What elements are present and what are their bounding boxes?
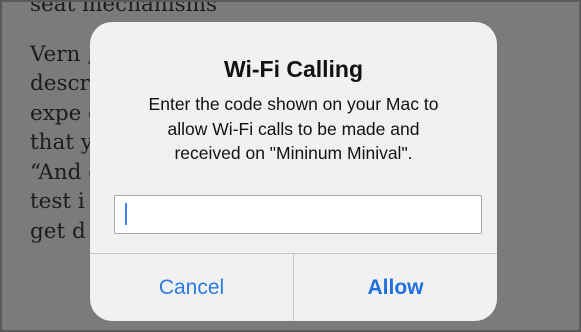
cancel-button[interactable]: Cancel — [90, 254, 293, 321]
text-cursor — [125, 203, 127, 225]
alert-message-line: Enter the code shown on your Mac to — [148, 94, 439, 114]
screen-frame: seat mechanisms Vern , descr expe ea tha… — [0, 0, 581, 332]
verification-code-input[interactable] — [114, 195, 482, 234]
alert-message-line: allow Wi-Fi calls to be made and — [167, 118, 420, 139]
alert-button-bar: Cancel Allow — [90, 253, 497, 321]
alert-message: Enter the code shown on your Mac to allo… — [110, 92, 477, 166]
wifi-calling-alert: Wi-Fi Calling Enter the code shown on yo… — [90, 22, 497, 321]
alert-message-line: received on "Mininum Minival". — [174, 143, 413, 163]
alert-title: Wi-Fi Calling — [223, 56, 364, 82]
allow-button[interactable]: Allow — [294, 254, 497, 321]
